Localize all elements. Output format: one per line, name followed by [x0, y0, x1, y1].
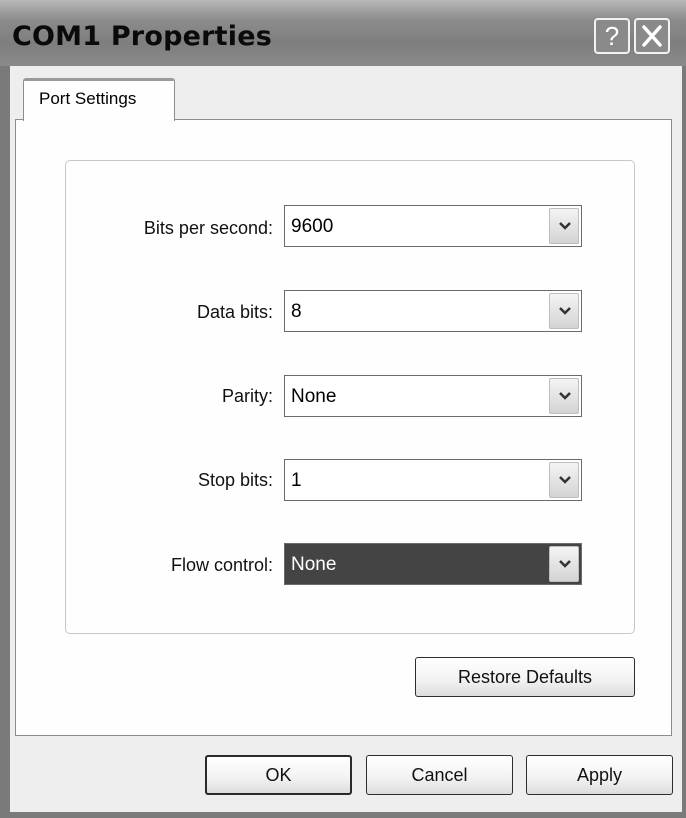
parity-value: None [291, 386, 337, 407]
parity-dropdown-button[interactable] [549, 378, 579, 414]
window-frame-bottom [0, 812, 686, 818]
flow-control-value: None [291, 554, 337, 575]
ok-button[interactable]: OK [205, 755, 352, 795]
flow-control-dropdown[interactable]: None [284, 543, 582, 585]
stop-bits-label: Stop bits: [197, 470, 273, 490]
restore-defaults-button[interactable]: Restore Defaults [415, 657, 635, 697]
chevron-down-icon [559, 392, 571, 400]
help-button[interactable]: ? [594, 18, 630, 54]
cancel-button[interactable]: Cancel [366, 755, 513, 795]
flow-control-dropdown-button[interactable] [549, 546, 579, 582]
flow-control-label: Flow control: [170, 555, 273, 575]
parity-label: Parity: [221, 386, 273, 406]
tab-label: Port Settings [39, 89, 137, 108]
chevron-down-icon [559, 307, 571, 315]
bits-per-second-label: Bits per second: [143, 218, 273, 238]
bits-per-second-value: 9600 [291, 216, 334, 237]
bits-per-second-dropdown-button[interactable] [549, 208, 579, 244]
window-frame-left [0, 66, 10, 818]
chevron-down-icon [559, 222, 571, 230]
parity-dropdown[interactable]: None [284, 375, 582, 417]
stop-bits-value: 1 [291, 470, 302, 491]
data-bits-dropdown-button[interactable] [549, 293, 579, 329]
apply-button[interactable]: Apply [526, 755, 673, 795]
close-icon [642, 25, 662, 47]
bits-per-second-dropdown[interactable]: 9600 [284, 205, 582, 247]
help-icon: ? [605, 21, 619, 51]
close-button[interactable] [634, 18, 670, 54]
window-title: COM1 Properties [12, 21, 272, 52]
window-frame-right [682, 66, 686, 818]
com1-properties-dialog: COM1 Properties ? Port Settings Bits per… [0, 0, 686, 818]
data-bits-label: Data bits: [196, 302, 273, 322]
chevron-down-icon [559, 560, 571, 568]
chevron-down-icon [559, 476, 571, 484]
svg-text:?: ? [605, 21, 619, 51]
title-bar[interactable]: COM1 Properties ? [0, 0, 686, 66]
stop-bits-dropdown[interactable]: 1 [284, 459, 582, 501]
tab-port-settings[interactable]: Port Settings [23, 78, 175, 121]
stop-bits-dropdown-button[interactable] [549, 462, 579, 498]
data-bits-value: 8 [291, 301, 302, 322]
data-bits-dropdown[interactable]: 8 [284, 290, 582, 332]
